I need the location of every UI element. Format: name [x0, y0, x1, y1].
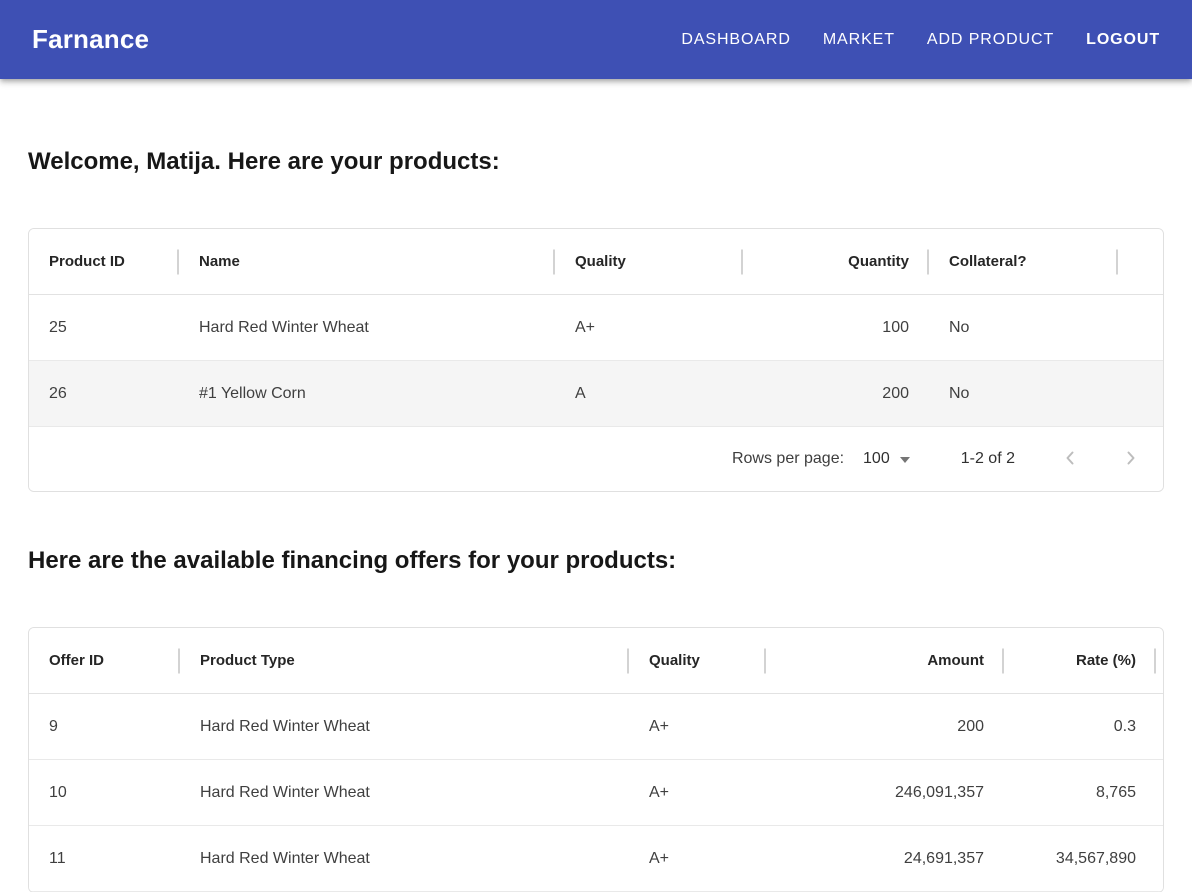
- offers-section-heading: Here are the available financing offers …: [28, 547, 1164, 575]
- header-spacer: [1156, 628, 1164, 694]
- cell-rate: 0.3: [1004, 694, 1156, 760]
- cell-collateral: No: [929, 361, 1118, 427]
- products-table-body: 25Hard Red Winter WheatA+100No26#1 Yello…: [29, 295, 1164, 427]
- column-header-name: Name: [179, 229, 555, 295]
- nav-item-logout[interactable]: LOGOUT: [1086, 31, 1160, 49]
- cell-name: #1 Yellow Corn: [179, 361, 555, 427]
- row-spacer: [1156, 826, 1164, 892]
- column-header-amount: Amount: [766, 628, 1004, 694]
- rows-per-page-select[interactable]: 100: [863, 450, 910, 468]
- table-row: 9Hard Red Winter WheatA+2000.3: [29, 694, 1164, 760]
- column-header-quality: Quality: [555, 229, 743, 295]
- cell-name: Hard Red Winter Wheat: [179, 295, 555, 361]
- cell-product-id: 25: [29, 295, 179, 361]
- products-table: Product IDNameQualityQuantityCollateral?…: [29, 229, 1164, 427]
- top-navbar: Farnance DASHBOARD MARKET ADD PRODUCT LO…: [0, 0, 1192, 79]
- products-table-card: Product IDNameQualityQuantityCollateral?…: [28, 228, 1164, 492]
- table-row: 26#1 Yellow CornA200No: [29, 361, 1164, 427]
- pagination-range: 1-2 of 2: [961, 450, 1015, 468]
- header-spacer: [1118, 229, 1164, 295]
- nav-item-add-product[interactable]: ADD PRODUCT: [927, 31, 1054, 49]
- products-table-head: Product IDNameQualityQuantityCollateral?: [29, 229, 1164, 295]
- cell-product-type: Hard Red Winter Wheat: [180, 760, 629, 826]
- caret-down-icon: [900, 457, 910, 463]
- cell-quality: A+: [629, 760, 766, 826]
- cell-offer-id: 9: [29, 694, 180, 760]
- row-spacer: [1118, 361, 1164, 427]
- table-row: 11Hard Red Winter WheatA+24,691,35734,56…: [29, 826, 1164, 892]
- column-header-product-type: Product Type: [180, 628, 629, 694]
- cell-amount: 246,091,357: [766, 760, 1004, 826]
- cell-rate: 34,567,890: [1004, 826, 1156, 892]
- cell-quality: A+: [555, 295, 743, 361]
- table-row: 10Hard Red Winter WheatA+246,091,3578,76…: [29, 760, 1164, 826]
- column-header-quality: Quality: [629, 628, 766, 694]
- cell-rate: 8,765: [1004, 760, 1156, 826]
- previous-page-button[interactable]: [1058, 447, 1082, 471]
- table-header-row: Offer IDProduct TypeQualityAmountRate (%…: [29, 628, 1164, 694]
- cell-amount: 24,691,357: [766, 826, 1004, 892]
- offers-table-head: Offer IDProduct TypeQualityAmountRate (%…: [29, 628, 1164, 694]
- nav-item-dashboard[interactable]: DASHBOARD: [681, 31, 790, 49]
- cell-product-type: Hard Red Winter Wheat: [180, 826, 629, 892]
- cell-offer-id: 11: [29, 826, 180, 892]
- row-spacer: [1156, 694, 1164, 760]
- cell-quantity: 200: [743, 361, 929, 427]
- cell-quantity: 100: [743, 295, 929, 361]
- column-header-collateral: Collateral?: [929, 229, 1118, 295]
- next-page-button[interactable]: [1119, 447, 1143, 471]
- cell-product-id: 26: [29, 361, 179, 427]
- table-pagination: Rows per page: 100 1-2 of 2: [29, 427, 1163, 491]
- cell-collateral: No: [929, 295, 1118, 361]
- table-row: 25Hard Red Winter WheatA+100No: [29, 295, 1164, 361]
- chevron-right-icon: [1119, 446, 1143, 473]
- cell-amount: 200: [766, 694, 1004, 760]
- column-header-rate: Rate (%): [1004, 628, 1156, 694]
- products-section-heading: Welcome, Matija. Here are your products:: [28, 148, 1164, 176]
- cell-quality: A+: [629, 826, 766, 892]
- nav-item-market[interactable]: MARKET: [823, 31, 895, 49]
- cell-offer-id: 10: [29, 760, 180, 826]
- offers-table-card: Offer IDProduct TypeQualityAmountRate (%…: [28, 627, 1164, 892]
- navbar-links: DASHBOARD MARKET ADD PRODUCT LOGOUT: [681, 31, 1160, 49]
- table-header-row: Product IDNameQualityQuantityCollateral?: [29, 229, 1164, 295]
- page-content: Welcome, Matija. Here are your products:…: [0, 148, 1192, 892]
- column-header-offer-id: Offer ID: [29, 628, 180, 694]
- offers-table: Offer IDProduct TypeQualityAmountRate (%…: [29, 628, 1164, 892]
- cell-quality: A+: [629, 694, 766, 760]
- rows-per-page-value: 100: [863, 450, 890, 468]
- column-header-product-id: Product ID: [29, 229, 179, 295]
- rows-per-page-label: Rows per page:: [732, 450, 844, 468]
- offers-table-body: 9Hard Red Winter WheatA+2000.310Hard Red…: [29, 694, 1164, 892]
- chevron-left-icon: [1058, 446, 1082, 473]
- row-spacer: [1156, 760, 1164, 826]
- brand-logo[interactable]: Farnance: [32, 24, 149, 55]
- row-spacer: [1118, 295, 1164, 361]
- column-header-quantity: Quantity: [743, 229, 929, 295]
- cell-product-type: Hard Red Winter Wheat: [180, 694, 629, 760]
- cell-quality: A: [555, 361, 743, 427]
